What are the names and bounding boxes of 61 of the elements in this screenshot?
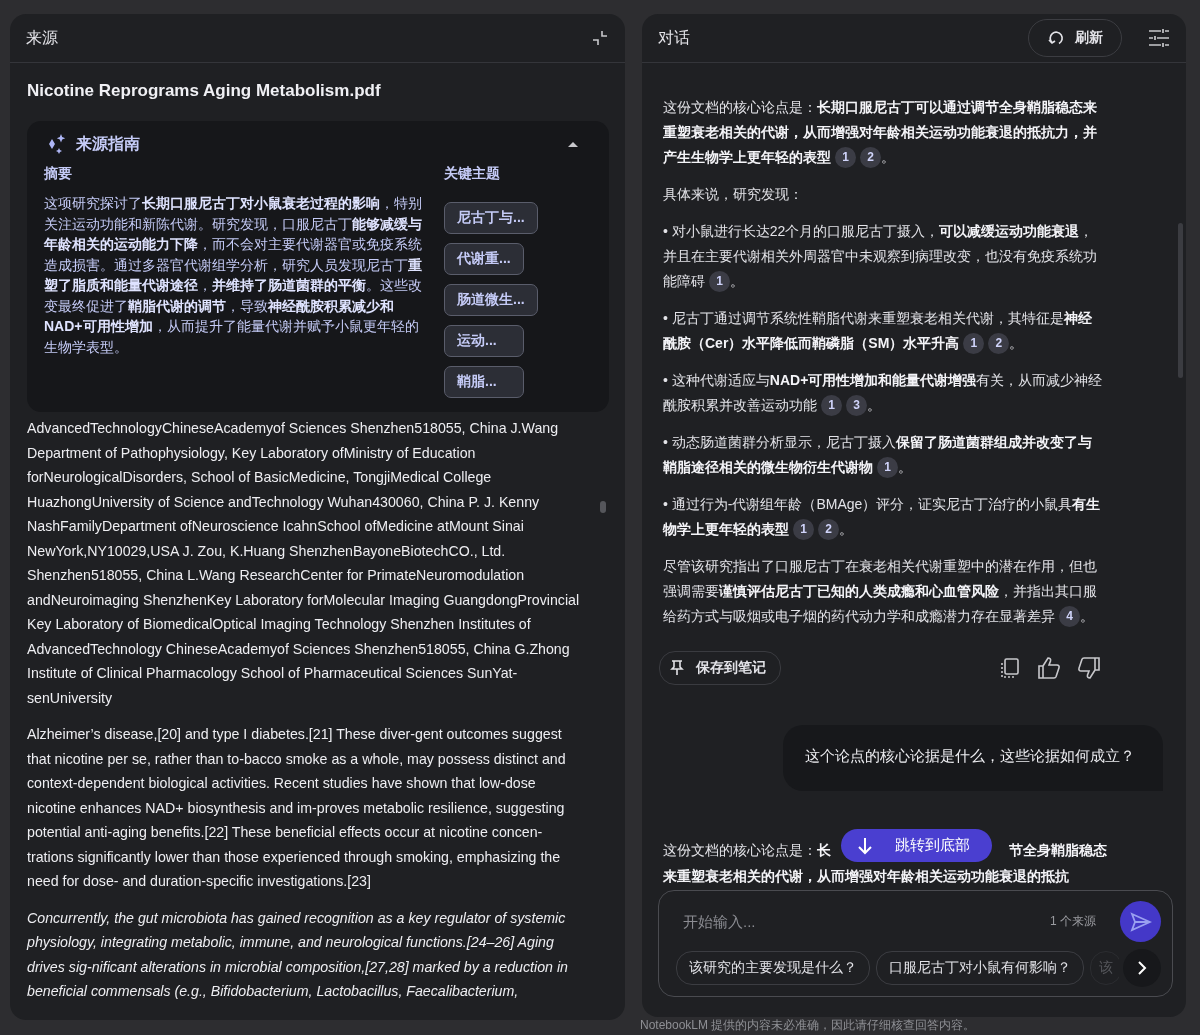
source-guide-title: 来源指南 — [76, 133, 141, 154]
answer-text: 这份文档的核心论点是： — [663, 841, 817, 860]
collapse-icon[interactable] — [591, 29, 609, 47]
disclaimer-text: NotebookLM 提供的内容未必准确，因此请仔细核查回答内容。 — [640, 1017, 976, 1034]
send-button[interactable] — [1120, 901, 1161, 942]
document-paragraph: Concurrently, the gut microbiota has gained recognition as a key regulator of systemic physiology, integrating metabolic, immune, and neurological functions.[24–26] Aging drives sig-nificant alterations in microbial composition,[27,28] marked by a reduction in beneficial commensals (e.g., Bifidobacterium, Lactobacillus, Faecalibacterium, — [27, 908, 569, 1001]
citation-chip[interactable]: 2 — [818, 518, 839, 540]
citation-chip[interactable]: 1 — [963, 332, 985, 354]
document-paragraph: Alzheimer’s disease,[20] and type I diabetes.[21] These diver-gent outcomes suggest that nicotine per se, rather than to-bacco smoke as a whole, may possess distinct and context-dependent biological activities. Recent studies have shown that low-dose nicotine enhances NAD+ biosynthesis and im-proves metabolic resilience, suggesting potential anti-aging benefits.[22] These beneficial effects occur at nicotine concen-trations significantly lower than those experienced through smoking, emphasizing the need for dose- and duration-specific investigations.[23] — [27, 725, 567, 891]
citation-chip[interactable]: 1 — [709, 270, 730, 292]
pin-icon — [670, 660, 684, 676]
topic-chip[interactable]: 运动... — [444, 325, 524, 357]
answer-text: 来重塑衰老相关的代谢，从而增强对年龄相关运动功能衰退的抵抗 — [663, 868, 1069, 884]
topics-heading: 关键主题 — [444, 165, 500, 183]
suggestion-chip[interactable]: 该研究的主要发现是什么？ — [676, 951, 870, 985]
save-to-note-button[interactable]: 保存到笔记 — [659, 651, 781, 685]
citation-chip[interactable]: 2 — [860, 146, 881, 168]
thumbs-down-icon[interactable] — [1077, 657, 1101, 679]
source-count: 1 个来源 — [1050, 913, 1096, 930]
answer-paragraph: • 尼古丁通过调节系统性鞘脂代谢来重塑衰老相关代谢，其特征是神经酰胺（Cer）水平降低而鞘磷脂（SM）水平升高 1 2 。 — [663, 306, 1105, 356]
answer-paragraph: 尽管该研究指出了口服尼古丁在衰老相关代谢重塑中的潜在作用，但也强调需要谨慎评估尼古丁已知的人类成瘾和心血管风险，并指出其口服给药方式与吸烟或电子烟的药代动力学和成瘾潜力存在显著差异 4 。 — [663, 554, 1105, 629]
citation-chip[interactable]: 4 — [1059, 605, 1080, 627]
topic-chip[interactable]: 尼古丁与... — [444, 202, 538, 234]
answer-paragraph: • 对小鼠进行长达22个月的口服尼古丁摄入，可以减缓运动功能衰退，并且在主要代谢相关外周器官中未观察到病理改变，也没有免疫系统功能障碍 1 。 — [663, 219, 1105, 294]
citation-chip[interactable]: 1 — [877, 456, 898, 478]
citation-chip[interactable]: 3 — [846, 394, 867, 416]
chat-input[interactable]: 开始输入... — [681, 912, 1038, 931]
panel-title: 来源 — [26, 27, 58, 48]
answer-text: 节全身鞘脂稳态 — [1009, 841, 1107, 860]
answer-paragraph: • 通过行为-代谢组年龄（BMAge）评分，证实尼古丁治疗的小鼠具有生物学上更年轻的表型 1 2 。 — [663, 492, 1105, 542]
citation-chip[interactable]: 1 — [835, 146, 856, 168]
topic-chip[interactable]: 肠道微生... — [444, 284, 538, 316]
scrollbar-thumb[interactable] — [600, 501, 606, 513]
document-paragraph: AdvancedTechnologyChineseAcademyof Sciences Shenzhen518055, China J.Wang Department of Pathophysiology, Key Laboratory ofMinistry of Education forNeurologicalDisorders, School of BasicMedicine, TongjiMedical College HuazhongUniversity of Science andTechnology Wuhan430060, China P. J. Kenny NashFamilyDepartment ofNeuroscience IcahnSchool ofMedicine atMount Sinai NewYork,NY10029,USA J. Zou, K.Huang ShenzhenBayoneBiotechCO., Ltd. Shenzhen518055, China L.Wang ResearchCenter for PrimateNeuromodulation andNeuroimaging ShenzhenKey Laboratory forMolecular Imaging GuangdongProvincial Key Laboratory of BiomedicalOptical Imaging Technology Shenzhen Institutes of AdvancedTechnology ChineseAcademyof Sciences Shenzhen518055, China G.Zhong Institute of Clinical Pharmacology School of Pharmaceutical Sciences SunYat-senUniversity — [27, 419, 581, 708]
thumbs-up-icon[interactable] — [1037, 657, 1061, 679]
document-title: Nicotine Reprograms Aging Metabolism.pdf — [27, 81, 382, 101]
send-icon — [1129, 911, 1152, 932]
answer-paragraph: 这份文档的核心论点是：长期口服尼古丁可以通过调节全身鞘脂稳态来重塑衰老相关的代谢，从而增强对年龄相关运动功能衰退的抵抗力，并产生生物学上更年轻的表型 1 2 。 — [663, 95, 1105, 170]
citation-chip[interactable]: 1 — [821, 394, 842, 416]
copy-icon[interactable] — [999, 657, 1021, 679]
summary-text: 这项研究探讨了长期口服尼古丁对小鼠衰老过程的影响，特别关注运动功能和新陈代谢。研究发现，口服尼古丁能够减缓与年龄相关的运动能力下降，而不会对主要代谢器官或免疫系统造成损害。通过多器官代谢组学分析，研究人员发现尼古丁重塑了脂质和能量代谢途径，并维持了肠道菌群的平衡。这些改变最终促进了鞘脂代谢的调节，导致神经酰胺积累减少和NAD+可用性增加，从而提升了能量代谢并赋予小鼠更年轻的生物学表型。 — [44, 194, 422, 357]
next-button[interactable] — [1123, 949, 1161, 987]
answer-paragraph: 具体来说，研究发现： — [663, 185, 804, 204]
settings-icon[interactable] — [1148, 28, 1170, 48]
answer-text: 长 — [817, 841, 831, 860]
citation-chip[interactable]: 2 — [988, 332, 1010, 354]
topic-chip[interactable]: 代谢重... — [444, 243, 524, 275]
refresh-icon — [1047, 29, 1065, 47]
caret-icon[interactable] — [567, 140, 579, 148]
answer-paragraph: • 这种代谢适应与NAD+可用性增加和能量代谢增强有关，从而减少神经酰胺积累并改善运动功能 1 3 。 — [663, 368, 1105, 418]
summary-heading: 摘要 — [44, 165, 73, 183]
answer-paragraph: • 动态肠道菌群分析显示，尼古丁摄入保留了肠道菌群组成并改变了与鞘脂途径相关的微生物衍生代谢物 1 。 — [663, 430, 1105, 480]
panel-title: 对话 — [658, 27, 690, 48]
suggestion-chip[interactable]: 口服尼古丁对小鼠有何影响？ — [876, 951, 1084, 985]
scrollbar-thumb[interactable] — [1178, 223, 1183, 378]
arrow-down-icon — [857, 836, 873, 855]
jump-to-bottom-button[interactable]: 跳转到底部 — [841, 829, 992, 862]
topic-chip[interactable]: 鞘脂... — [444, 366, 524, 398]
citation-chip[interactable]: 1 — [793, 518, 814, 540]
user-question: 这个论点的核心论据是什么，这些论据如何成立？ — [783, 725, 1163, 791]
chevron-right-icon — [1137, 960, 1147, 976]
